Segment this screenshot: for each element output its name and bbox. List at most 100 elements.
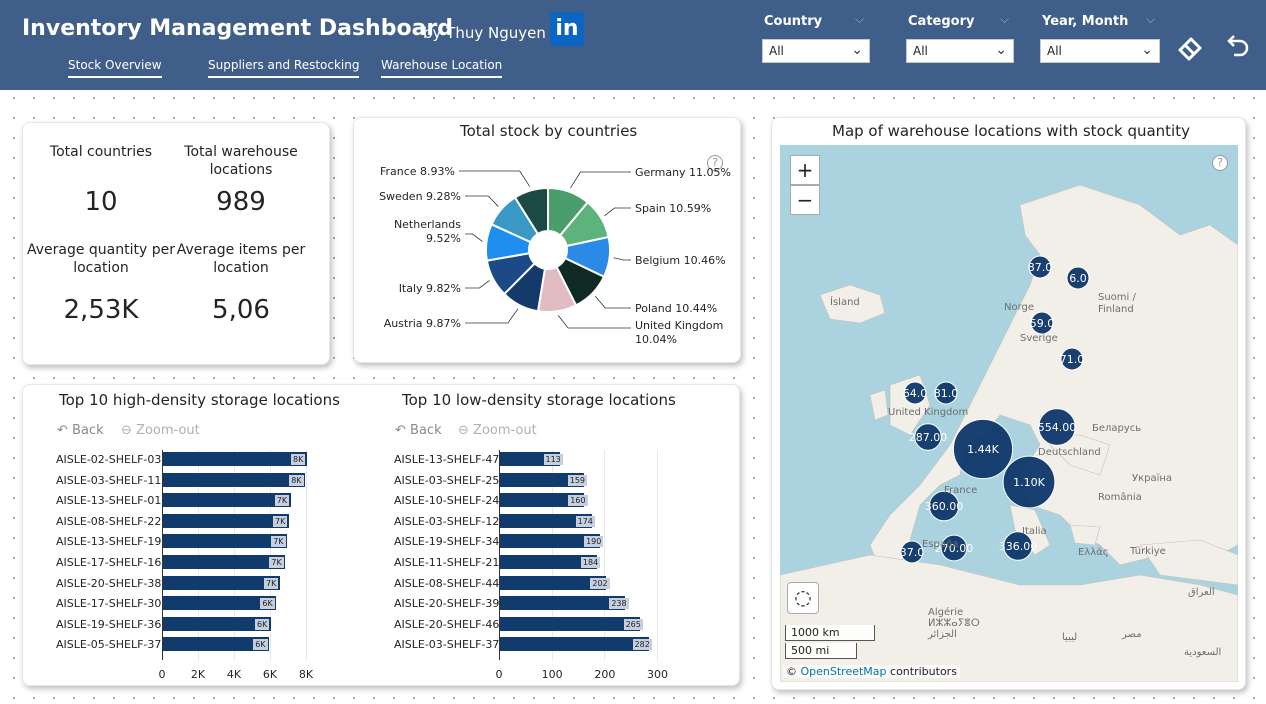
chevron-down-icon[interactable]: ⌵ xyxy=(855,12,864,27)
lasso-select-button[interactable]: ◌ xyxy=(787,582,819,614)
map-place-label: Ελλάς xyxy=(1078,546,1109,558)
map-place-label: ليبيا xyxy=(1062,632,1077,643)
bar[interactable] xyxy=(500,616,640,631)
high-back-button[interactable]: ↶ Back xyxy=(57,423,104,438)
filter-yearmonth-label: Year, Month xyxy=(1042,14,1129,29)
yearmonth-select[interactable]: All ⌄ xyxy=(1040,39,1160,63)
map-bubble-label: 336.00 xyxy=(999,540,1038,553)
back-arrow-icon[interactable] xyxy=(1226,32,1252,64)
total-countries-label: Total countries xyxy=(49,144,153,160)
bar-category-label: AISLE-03-SHELF-12 xyxy=(394,514,500,528)
x-tick-label: 300 xyxy=(647,668,668,681)
donut-slice-label: Poland 10.44% xyxy=(635,302,717,315)
bar[interactable] xyxy=(163,534,288,549)
map-bubble-label: 37.0 xyxy=(900,546,925,559)
eraser-icon[interactable] xyxy=(1176,32,1206,68)
chevron-down-icon: ⌄ xyxy=(995,42,1007,58)
map-bubble-label: 1.44K xyxy=(967,443,999,456)
low-zoom-button[interactable]: ⊖ Zoom-out xyxy=(458,423,537,438)
map-bubble-label: 87.0 xyxy=(1028,261,1053,274)
scale-km: 1000 km xyxy=(785,625,875,641)
donut-leader-line xyxy=(557,314,631,329)
donut-leader-line xyxy=(465,195,499,207)
map-bubble-label: 81.0 xyxy=(934,387,959,400)
map-place-label: Norge xyxy=(1004,302,1034,313)
map-place-label: France xyxy=(944,485,977,496)
bar-category-label: AISLE-02-SHELF-03 xyxy=(56,453,162,466)
chevron-down-icon: ⌄ xyxy=(1141,42,1153,58)
bar[interactable] xyxy=(163,493,291,508)
bar[interactable] xyxy=(163,596,277,611)
bar[interactable] xyxy=(163,555,286,569)
yearmonth-select-value: All xyxy=(1047,44,1062,58)
bar-category-label: AISLE-03-SHELF-37 xyxy=(394,638,500,652)
x-tick-label: 100 xyxy=(541,668,563,681)
donut-slice-label: Austria 9.87% xyxy=(384,317,461,330)
bar-value-label: 202 xyxy=(590,577,610,589)
chevron-down-icon: ⌄ xyxy=(851,42,863,58)
help-icon[interactable]: ? xyxy=(1212,155,1228,171)
zoom-out-icon: ⊖ xyxy=(458,423,469,438)
author-byline: by Thuy Nguyen xyxy=(423,24,546,42)
donut-leader-line xyxy=(570,171,631,189)
warehouse-map[interactable]: 87.0 6.0 59.0 71.0 64.0 81.0 287.00 554.00 1.44K… xyxy=(780,145,1238,682)
zoom-in-button[interactable]: + xyxy=(790,155,820,185)
bar[interactable] xyxy=(163,472,306,487)
map-title: Map of warehouse locations with stock qu… xyxy=(832,122,1190,140)
nav-warehouse-location[interactable]: Warehouse Location xyxy=(381,58,503,78)
osm-link[interactable]: OpenStreetMap xyxy=(801,665,887,678)
bar-value-label: 7K xyxy=(274,495,290,507)
linkedin-icon[interactable]: in xyxy=(550,12,584,46)
bar-category-label: AISLE-08-SHELF-44 xyxy=(394,576,500,590)
avg-items-label: Average items per location xyxy=(176,242,306,276)
x-tick-label: 6K xyxy=(262,668,278,681)
chevron-down-icon[interactable]: ⌵ xyxy=(1146,12,1155,27)
bar-value-label: 113 xyxy=(543,454,563,465)
bar[interactable] xyxy=(500,596,626,611)
high-zoom-button[interactable]: ⊖ Zoom-out xyxy=(121,423,200,438)
map-place-label: Türkiye xyxy=(1129,546,1166,557)
donut-slice-label: Spain 10.59% xyxy=(635,202,711,215)
donut-chart[interactable]: Germany 11.05% Spain 10.59% Belgium 10.46%… xyxy=(354,118,742,364)
map-place-label: United Kingdom xyxy=(888,407,968,418)
bar-category-label: AISLE-17-SHELF-30 xyxy=(56,597,162,611)
category-select-value: All xyxy=(913,44,928,58)
map-place-label: Sverige xyxy=(1020,333,1058,344)
bar-category-label: AISLE-17-SHELF-16 xyxy=(56,556,162,569)
bar-category-label: AISLE-19-SHELF-36 xyxy=(56,617,162,631)
bar-category-label: AISLE-13-SHELF-19 xyxy=(56,535,162,549)
bar[interactable] xyxy=(500,637,649,652)
map-bubble-label: 71.0 xyxy=(1060,353,1085,366)
map-place-label: العراق xyxy=(1188,587,1215,598)
avg-qty-label: Average quantity per location xyxy=(26,242,175,276)
dashboard-title: Inventory Management Dashboard xyxy=(22,16,454,41)
bar-value-label: 6K xyxy=(260,598,275,610)
total-countries-value: 10 xyxy=(84,187,118,217)
donut-leader-line xyxy=(594,295,631,309)
nav-stock-overview[interactable]: Stock Overview xyxy=(68,58,162,78)
bar-category-label: AISLE-03-SHELF-11 xyxy=(56,473,162,487)
bar[interactable] xyxy=(163,513,289,528)
category-select[interactable]: All ⌄ xyxy=(906,39,1014,63)
nav-suppliers-restocking[interactable]: Suppliers and Restocking xyxy=(208,58,360,78)
total-locations-value: 989 xyxy=(216,187,266,217)
country-select[interactable]: All ⌄ xyxy=(762,39,870,63)
map-bubble-label: 6.0 xyxy=(1069,272,1087,285)
donut-slice-label: Italy 9.82% xyxy=(399,282,461,295)
x-tick-label: 200 xyxy=(594,668,616,681)
bar[interactable] xyxy=(163,575,280,590)
donut-slice-label: 9.52% xyxy=(426,232,461,245)
low-back-button[interactable]: ↶ Back xyxy=(395,423,442,438)
chevron-down-icon[interactable]: ⌵ xyxy=(1000,12,1009,27)
map-place-label: مصر xyxy=(1121,629,1142,640)
bar-category-label: AISLE-03-SHELF-25 xyxy=(394,473,500,487)
bar-value-label: 8K xyxy=(291,454,306,465)
bar[interactable] xyxy=(163,452,307,466)
x-tick-label: 2K xyxy=(190,668,206,681)
donut-slice-label: France 8.93% xyxy=(380,165,455,178)
bar-category-label: AISLE-19-SHELF-34 xyxy=(394,535,500,549)
bar-category-label: AISLE-08-SHELF-22 xyxy=(56,514,162,528)
x-tick-label: 8K xyxy=(298,668,314,681)
zoom-out-button[interactable]: − xyxy=(790,185,820,215)
header-bar: Inventory Management Dashboard by Thuy N… xyxy=(0,0,1266,90)
